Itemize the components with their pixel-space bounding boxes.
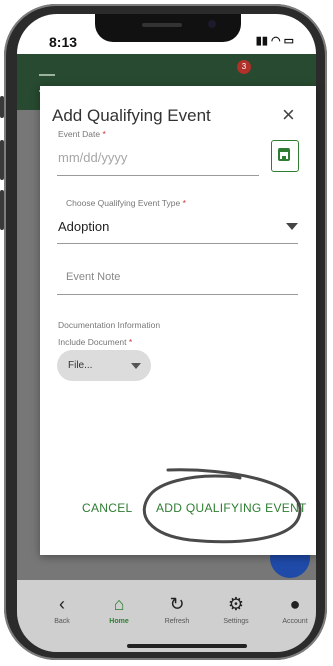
cancel-button[interactable]: CANCEL — [82, 501, 132, 515]
include-document-label: Include Document * — [58, 337, 133, 347]
bottom-navigation: ‹ Back ⌂ Home ↻ Refresh ⚙ Settings ● Acc… — [17, 580, 316, 652]
volume-down-button — [0, 190, 4, 230]
refresh-icon: ↻ — [169, 594, 185, 614]
nav-refresh-label: Refresh — [164, 618, 190, 625]
calendar-icon — [278, 148, 290, 161]
event-note-input[interactable]: Event Note — [66, 271, 120, 283]
event-date-underline — [57, 175, 259, 176]
close-icon[interactable]: × — [282, 102, 295, 128]
file-select[interactable]: File... — [57, 350, 151, 381]
mute-switch — [0, 96, 4, 118]
event-type-select[interactable]: Adoption — [58, 219, 109, 234]
notch — [95, 14, 241, 42]
event-note-underline — [57, 294, 298, 295]
file-select-value: File... — [68, 360, 93, 371]
home-icon: ⌂ — [113, 594, 125, 614]
home-indicator — [127, 644, 247, 648]
notification-badge[interactable]: 3 — [237, 60, 251, 74]
status-bar: 8:13 ▮▮ ◠ ▭ — [17, 14, 316, 54]
add-qualifying-event-button[interactable]: ADD QUALIFYING EVENT — [156, 501, 307, 515]
event-type-label: Choose Qualifying Event Type * — [66, 198, 186, 208]
nav-home-label: Home — [109, 618, 129, 625]
nav-refresh[interactable]: ↻ Refresh — [152, 594, 202, 625]
nav-settings[interactable]: ⚙ Settings — [211, 594, 261, 625]
chevron-down-icon[interactable] — [286, 223, 298, 230]
nav-account-label: Account — [282, 618, 308, 625]
event-date-input[interactable]: mm/dd/yyyy — [58, 150, 127, 165]
event-type-underline — [57, 243, 298, 244]
nav-settings-label: Settings — [223, 618, 249, 625]
calendar-button[interactable] — [271, 140, 299, 172]
volume-up-button — [0, 140, 4, 180]
signal-wifi-battery-icon: ▮▮ ◠ ▭ — [255, 35, 294, 47]
dialog-title: Add Qualifying Event — [52, 106, 211, 125]
nav-home[interactable]: ⌂ Home — [94, 594, 144, 625]
gear-icon: ⚙ — [227, 594, 245, 614]
add-qualifying-event-dialog: Add Qualifying Event × Event Date * mm/d… — [40, 86, 316, 555]
back-icon: ‹ — [59, 594, 65, 614]
event-date-label: Event Date * — [58, 129, 106, 139]
account-icon: ● — [289, 594, 301, 614]
chevron-down-icon — [131, 363, 141, 369]
nav-back[interactable]: ‹ Back — [37, 594, 87, 625]
status-time: 8:13 — [49, 34, 78, 50]
nav-back-label: Back — [54, 618, 70, 625]
speaker — [142, 23, 182, 27]
documentation-section-label: Documentation Information — [58, 320, 161, 330]
nav-account[interactable]: ● Account — [270, 594, 316, 625]
camera — [208, 20, 216, 28]
